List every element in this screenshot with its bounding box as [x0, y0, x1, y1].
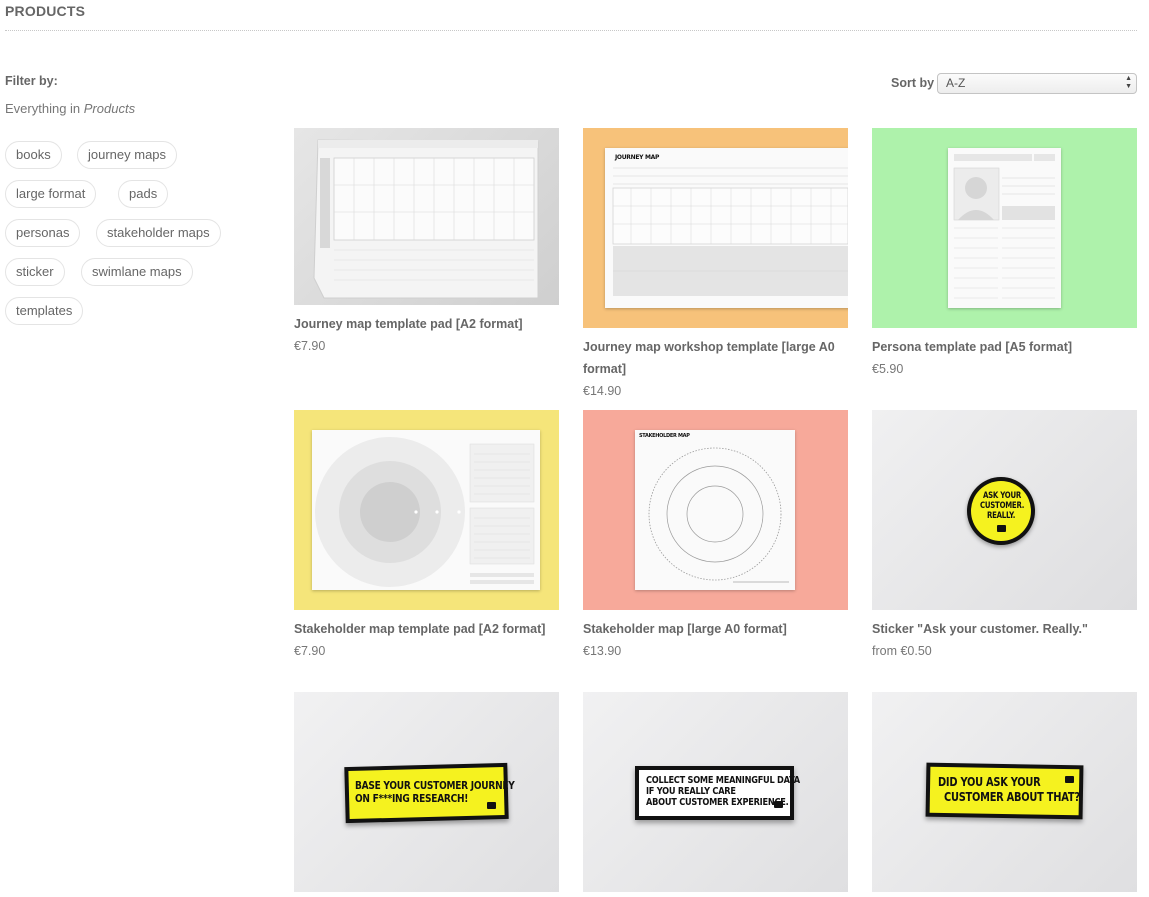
sticker-logo-icon — [997, 525, 1006, 532]
filter-tag-templates[interactable]: templates — [5, 297, 84, 325]
filter-scope-prefix: Everything in — [5, 101, 84, 116]
artwork-ask-sticker-line-1: DID YOU ASK YOUR — [938, 775, 1041, 789]
product-card[interactable]: DID YOU ASK YOUR CUSTOMER ABOUT THAT? — [872, 692, 1137, 892]
sort-select[interactable]: A-Z ▲ ▼ — [937, 73, 1137, 94]
product-card[interactable]: STAKEHOLDER MAP Stakeholder map [large A… — [583, 410, 848, 662]
artwork-research-sticker-line-2: ON F***ING RESEARCH! — [355, 792, 469, 805]
product-name[interactable]: Journey map workshop template [large A0 … — [583, 336, 848, 380]
page-title: PRODUCTS — [5, 3, 86, 19]
product-price: €5.90 — [872, 362, 904, 376]
product-card[interactable]: ASK YOUR CUSTOMER. REALLY. Sticker "Ask … — [872, 410, 1137, 662]
filter-tag-sticker[interactable]: sticker — [5, 258, 65, 286]
artwork-data-sticker-line-1: COLLECT SOME MEANINGFUL DATA — [646, 775, 800, 786]
artwork-round-sticker-line-1: ASK YOUR — [983, 491, 1022, 501]
filter-tag-stakeholder-maps[interactable]: stakeholder maps — [96, 219, 221, 247]
product-image[interactable]: ASK YOUR CUSTOMER. REALLY. — [872, 410, 1137, 610]
artwork-ask-sticker-line-2: CUSTOMER ABOUT THAT? — [944, 790, 1080, 804]
sort-label: Sort by — [891, 76, 935, 90]
filter-tag-journey-maps[interactable]: journey maps — [77, 141, 178, 169]
product-name[interactable]: Persona template pad [A5 format] — [872, 336, 1137, 358]
filter-tag-books[interactable]: books — [5, 141, 62, 169]
product-image[interactable]: COLLECT SOME MEANINGFUL DATA IF YOU REAL… — [583, 692, 848, 892]
product-image[interactable]: JOURNEY MAP — [583, 128, 848, 328]
product-price: €14.90 — [583, 384, 622, 398]
product-name[interactable]: Stakeholder map [large A0 format] — [583, 618, 848, 640]
select-arrows-icon: ▲ ▼ — [1125, 75, 1132, 90]
product-image[interactable] — [872, 128, 1137, 328]
filter-tag-pads[interactable]: pads — [118, 180, 169, 208]
sticker-logo-icon — [1065, 776, 1074, 783]
filter-tag-large-format[interactable]: large format — [5, 180, 97, 208]
product-price: €7.90 — [294, 644, 326, 658]
filter-label: Filter by: — [5, 74, 58, 88]
product-price: from €0.50 — [872, 644, 932, 658]
sort-selected-value: A-Z — [946, 76, 966, 90]
product-card[interactable]: JOURNEY MAP Journey map workshop templat… — [583, 128, 848, 402]
filter-scope: Everything in Products — [5, 101, 135, 116]
product-image[interactable] — [294, 410, 559, 610]
filter-tag-personas[interactable]: personas — [5, 219, 81, 247]
artwork-round-sticker-line-2: CUSTOMER. — [980, 501, 1025, 511]
product-card[interactable]: COLLECT SOME MEANINGFUL DATA IF YOU REAL… — [583, 692, 848, 892]
sticker-logo-icon — [774, 801, 783, 808]
product-name[interactable]: Sticker "Ask your customer. Really." — [872, 618, 1137, 640]
product-price: €13.90 — [583, 644, 622, 658]
sticker-logo-icon — [487, 802, 496, 809]
product-name[interactable]: Stakeholder map template pad [A2 format] — [294, 618, 559, 640]
product-price: €7.90 — [294, 339, 326, 353]
product-card[interactable]: Stakeholder map template pad [A2 format]… — [294, 410, 559, 662]
product-image[interactable]: STAKEHOLDER MAP — [583, 410, 848, 610]
product-card[interactable]: Journey map template pad [A2 format] €7.… — [294, 128, 559, 357]
filter-tag-swimlane-maps[interactable]: swimlane maps — [81, 258, 193, 286]
product-image[interactable]: BASE YOUR CUSTOMER JOURNEY ON F***ING RE… — [294, 692, 559, 892]
artwork-data-sticker-line-3: ABOUT CUSTOMER EXPERIENCE. — [646, 797, 789, 808]
artwork-data-sticker-line-2: IF YOU REALLY CARE — [646, 786, 736, 797]
product-name[interactable]: Journey map template pad [A2 format] — [294, 313, 559, 335]
artwork-round-sticker-line-3: REALLY. — [987, 511, 1016, 521]
product-image[interactable]: DID YOU ASK YOUR CUSTOMER ABOUT THAT? — [872, 692, 1137, 892]
title-divider — [5, 30, 1137, 31]
product-card[interactable]: BASE YOUR CUSTOMER JOURNEY ON F***ING RE… — [294, 692, 559, 892]
product-image[interactable] — [294, 128, 559, 305]
filter-scope-category: Products — [83, 101, 136, 116]
artwork-research-sticker-line-1: BASE YOUR CUSTOMER JOURNEY — [355, 779, 515, 792]
product-card[interactable]: Persona template pad [A5 format] €5.90 — [872, 128, 1137, 380]
